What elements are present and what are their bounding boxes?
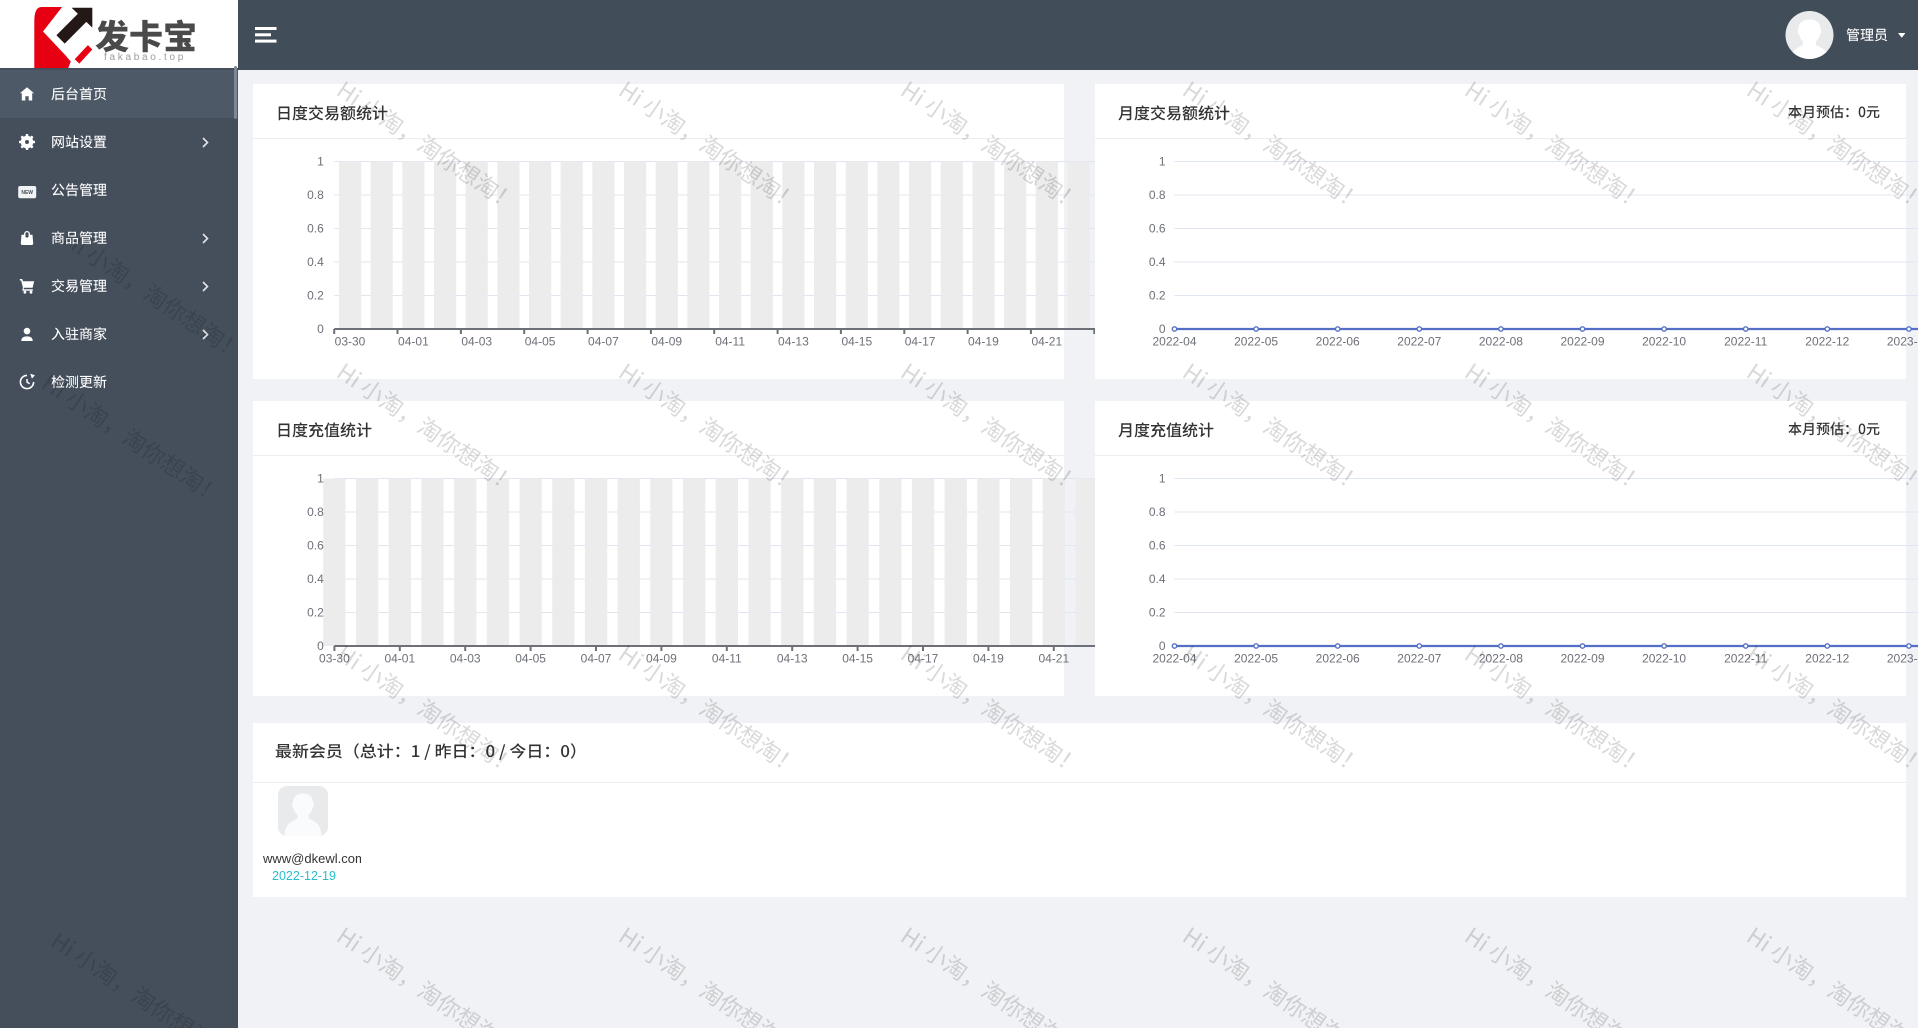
- svg-text:04-05: 04-05: [515, 652, 546, 666]
- svg-text:0.6: 0.6: [307, 539, 324, 553]
- svg-text:2022-12: 2022-12: [1805, 652, 1849, 666]
- svg-text:03-30: 03-30: [335, 335, 366, 349]
- svg-text:04-13: 04-13: [777, 652, 808, 666]
- svg-text:04-01: 04-01: [398, 335, 429, 349]
- svg-text:04-09: 04-09: [651, 335, 682, 349]
- svg-text:2022-08: 2022-08: [1479, 335, 1523, 349]
- svg-text:04-17: 04-17: [908, 652, 939, 666]
- svg-text:04-11: 04-11: [712, 652, 742, 666]
- svg-text:2022-05: 2022-05: [1234, 335, 1278, 349]
- svg-text:2022-07: 2022-07: [1397, 335, 1441, 349]
- svg-text:2022-11: 2022-11: [1724, 335, 1767, 349]
- svg-text:0.8: 0.8: [307, 505, 324, 519]
- svg-text:2022-10: 2022-10: [1642, 652, 1686, 666]
- svg-text:0.6: 0.6: [307, 222, 324, 236]
- svg-text:2022-09: 2022-09: [1560, 335, 1604, 349]
- svg-text:2023-01: 2023-01: [1887, 652, 1918, 666]
- svg-text:0.6: 0.6: [1149, 222, 1166, 236]
- svg-text:2022-12: 2022-12: [1805, 335, 1849, 349]
- svg-text:04-07: 04-07: [581, 652, 612, 666]
- svg-text:04-01: 04-01: [384, 652, 415, 666]
- svg-text:1: 1: [317, 155, 324, 169]
- svg-text:0.2: 0.2: [1149, 289, 1166, 303]
- svg-text:2022-08: 2022-08: [1479, 652, 1523, 666]
- svg-text:2023-01: 2023-01: [1887, 335, 1918, 349]
- svg-text:0.2: 0.2: [1149, 606, 1166, 620]
- svg-text:NEW: NEW: [21, 190, 33, 196]
- svg-text:0.2: 0.2: [307, 289, 324, 303]
- svg-text:2022-06: 2022-06: [1316, 335, 1360, 349]
- svg-text:2022-05: 2022-05: [1234, 652, 1278, 666]
- svg-text:04-13: 04-13: [778, 335, 809, 349]
- svg-text:2022-07: 2022-07: [1397, 652, 1441, 666]
- svg-text:0.8: 0.8: [307, 188, 324, 202]
- svg-text:2022-10: 2022-10: [1642, 335, 1686, 349]
- svg-text:0.2: 0.2: [307, 606, 324, 620]
- svg-text:0.4: 0.4: [307, 255, 324, 269]
- svg-text:04-03: 04-03: [450, 652, 481, 666]
- svg-text:2022-06: 2022-06: [1316, 652, 1360, 666]
- svg-text:04-07: 04-07: [588, 335, 619, 349]
- svg-text:04-15: 04-15: [841, 335, 872, 349]
- svg-text:04-19: 04-19: [973, 652, 1004, 666]
- svg-text:0: 0: [1159, 322, 1166, 336]
- svg-text:04-21: 04-21: [1031, 335, 1062, 349]
- svg-text:2022-09: 2022-09: [1560, 652, 1604, 666]
- svg-text:0: 0: [317, 322, 324, 336]
- svg-text:0.6: 0.6: [1149, 539, 1166, 553]
- svg-text:0.4: 0.4: [307, 572, 324, 586]
- svg-text:2022-04: 2022-04: [1152, 652, 1196, 666]
- svg-text:04-17: 04-17: [905, 335, 936, 349]
- svg-text:2022-11: 2022-11: [1724, 652, 1767, 666]
- svg-text:0.8: 0.8: [1149, 188, 1166, 202]
- svg-text:04-09: 04-09: [646, 652, 677, 666]
- svg-text:04-19: 04-19: [968, 335, 999, 349]
- svg-text:1: 1: [317, 472, 324, 486]
- svg-text:2022-04: 2022-04: [1152, 335, 1196, 349]
- svg-text:04-03: 04-03: [461, 335, 492, 349]
- svg-text:03-30: 03-30: [319, 652, 350, 666]
- svg-text:1: 1: [1159, 155, 1166, 169]
- svg-text:0.4: 0.4: [1149, 572, 1166, 586]
- svg-text:0: 0: [317, 639, 324, 653]
- svg-text:04-15: 04-15: [842, 652, 873, 666]
- svg-text:0.4: 0.4: [1149, 255, 1166, 269]
- svg-text:04-11: 04-11: [715, 335, 745, 349]
- svg-text:0.8: 0.8: [1149, 505, 1166, 519]
- svg-text:1: 1: [1159, 472, 1166, 486]
- svg-text:04-05: 04-05: [525, 335, 556, 349]
- svg-text:04-21: 04-21: [1038, 652, 1069, 666]
- svg-text:0: 0: [1159, 639, 1166, 653]
